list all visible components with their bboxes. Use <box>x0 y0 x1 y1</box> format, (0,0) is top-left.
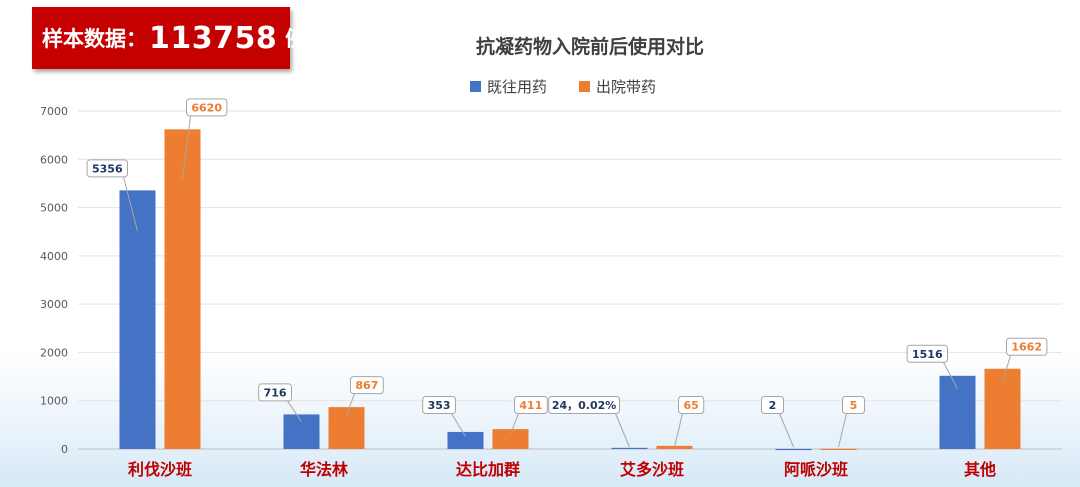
data-label-series-2: 867 <box>355 379 378 392</box>
y-tick-label: 4000 <box>40 250 68 263</box>
data-label-series-2: 411 <box>519 399 542 412</box>
data-label-series-1: 1516 <box>912 348 943 361</box>
data-label-series-1: 2 <box>769 399 777 412</box>
x-category-label: 达比加群 <box>456 460 520 479</box>
y-tick-label: 7000 <box>40 105 68 118</box>
x-category-label: 利伐沙班 <box>128 460 192 479</box>
data-label-leader <box>674 413 683 448</box>
bar-series-1 <box>447 431 484 449</box>
bar-series-1 <box>283 414 320 449</box>
data-label-series-2: 65 <box>683 399 698 412</box>
bar-series-2 <box>820 448 857 450</box>
y-tick-label: 6000 <box>40 153 68 166</box>
bar-series-1 <box>775 448 812 451</box>
data-label-series-2: 6620 <box>191 101 222 114</box>
bar-series-2 <box>328 407 365 449</box>
x-category-label: 艾多沙班 <box>620 460 684 479</box>
y-tick-label: 3000 <box>40 298 68 311</box>
y-tick-label: 2000 <box>40 346 68 359</box>
data-label-leader <box>838 413 847 448</box>
data-label-series-1: 716 <box>264 386 287 399</box>
x-category-label: 华法林 <box>300 460 348 479</box>
data-label-leader <box>779 413 794 448</box>
y-tick-label: 0 <box>61 443 68 456</box>
x-category-label: 阿哌沙班 <box>784 460 848 479</box>
y-tick-label: 5000 <box>40 202 68 215</box>
bar-series-2 <box>984 368 1021 449</box>
data-label-series-2: 5 <box>850 399 858 412</box>
bar-chart: 0 1000 2000 3000 4000 5000 6000 7000 5356 6620 利伐沙… <box>40 98 1062 479</box>
bar-series-2 <box>492 429 529 449</box>
data-label-series-2: 1662 <box>1011 341 1042 354</box>
data-label-series-1: 24，0.02% <box>552 399 616 412</box>
x-category-label: 其他 <box>964 460 996 479</box>
data-label-series-1: 353 <box>428 399 451 412</box>
bar-series-1 <box>611 447 648 450</box>
data-label-leader <box>615 413 630 448</box>
bar-series-1 <box>939 375 976 449</box>
y-tick-label: 1000 <box>40 395 68 408</box>
data-label-series-1: 5356 <box>92 162 123 175</box>
